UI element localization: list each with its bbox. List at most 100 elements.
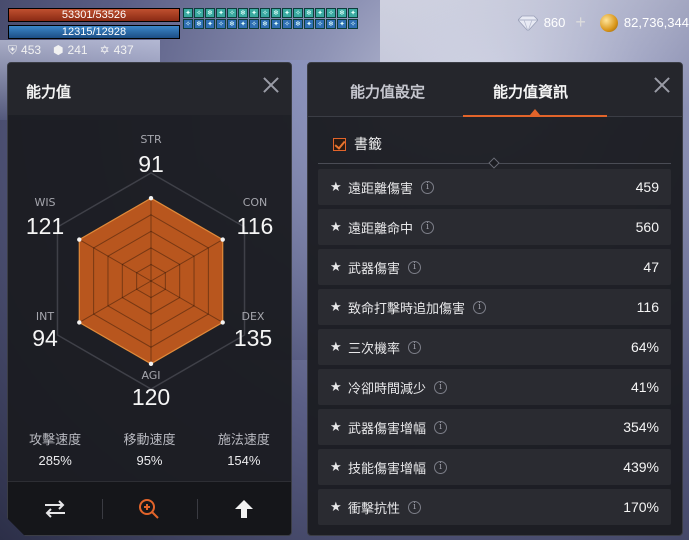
stat-label-int: INT — [35, 310, 55, 323]
stat-info-row[interactable]: ★ 冷卻時間減少 i 41% — [318, 369, 671, 405]
buff-icon[interactable]: ✦ — [238, 19, 248, 29]
buff-icon[interactable]: ❄ — [238, 8, 248, 18]
mp-bar: 12315/12928 — [8, 25, 180, 39]
buff-icon[interactable]: ❄ — [260, 19, 270, 29]
stat-value-con: 116 — [236, 213, 274, 239]
buff-icon[interactable]: ❄ — [271, 8, 281, 18]
stat-info-label: 三次機率 — [348, 341, 401, 357]
add-diamond-button[interactable]: + — [575, 12, 586, 33]
tab-stat-settings[interactable]: 能力值設定 — [350, 81, 425, 102]
buff-icon[interactable]: ✦ — [205, 19, 215, 29]
info-icon[interactable]: i — [434, 420, 448, 434]
defense-stat: ⛨ 453 — [8, 43, 42, 57]
buff-icon[interactable]: ❄ — [326, 19, 336, 29]
star-icon[interactable]: ★ — [330, 340, 348, 355]
zoom-button[interactable] — [102, 482, 196, 535]
star-icon[interactable]: ★ — [330, 380, 348, 395]
star-icon[interactable]: ★ — [330, 460, 348, 475]
info-icon[interactable]: i — [421, 220, 435, 234]
stat-info-row[interactable]: ★ 衝擊抗性 i 170% — [318, 489, 671, 525]
buff-icon[interactable]: ❄ — [205, 8, 215, 18]
buff-icon[interactable]: ✦ — [249, 8, 259, 18]
stats-panel-title: 能力值 — [26, 83, 72, 101]
speed-stats-row: 攻擊速度 285% 移動速度 95% 施法速度 154% — [8, 429, 291, 468]
stat-info-row[interactable]: ★ 武器傷害 i 47 — [318, 249, 671, 285]
star-icon[interactable]: ★ — [330, 220, 348, 235]
buff-icon[interactable]: ✧ — [348, 19, 358, 29]
stat-info-row[interactable]: ★ 武器傷害增幅 i 354% — [318, 409, 671, 445]
buff-icon[interactable]: ✧ — [260, 8, 270, 18]
stat-info-value: 354% — [623, 419, 659, 435]
info-icon[interactable]: i — [421, 180, 435, 194]
buff-icon[interactable]: ✧ — [216, 19, 226, 29]
info-icon[interactable]: i — [408, 340, 422, 354]
radar-vertex-dot — [149, 196, 153, 200]
buff-icon[interactable]: ✦ — [337, 19, 347, 29]
stat-value-agi: 120 — [131, 384, 171, 410]
buff-icon[interactable]: ✧ — [326, 8, 336, 18]
tab-stat-info[interactable]: 能力值資訊 — [493, 81, 568, 102]
info-icon[interactable]: i — [434, 460, 448, 474]
buff-icon[interactable]: ❄ — [194, 19, 204, 29]
radar-vertex-dot — [77, 237, 81, 241]
stats-panel: 能力值 STR 91 CON 116 DEX 135 AGI 120 INT 94 WIS 121 攻… — [7, 62, 292, 536]
stat-info-label: 武器傷害增幅 — [348, 421, 427, 437]
stat-info-row[interactable]: ★ 三次機率 i 64% — [318, 329, 671, 365]
buff-icon[interactable]: ✦ — [271, 19, 281, 29]
stat-info-value: 116 — [636, 299, 659, 315]
upgrade-button[interactable] — [197, 482, 291, 535]
stat-info-row[interactable]: ★ 技能傷害增幅 i 439% — [318, 449, 671, 485]
buff-icon[interactable]: ✧ — [227, 8, 237, 18]
buff-icon[interactable]: ❄ — [227, 19, 237, 29]
buff-icon[interactable]: ✧ — [249, 19, 259, 29]
star-icon[interactable]: ★ — [330, 180, 348, 195]
buff-icon[interactable]: ✧ — [315, 19, 325, 29]
up-arrow-icon — [234, 499, 254, 519]
bookmark-toggle[interactable]: 書籤 — [333, 134, 382, 154]
buff-icon[interactable]: ❄ — [293, 19, 303, 29]
star-of-david-icon: ✡ — [99, 43, 110, 57]
buff-icon[interactable]: ✦ — [304, 19, 314, 29]
buff-icon[interactable]: ✧ — [282, 19, 292, 29]
diamond-count: 860 — [543, 15, 566, 30]
buff-icon[interactable]: ❄ — [337, 8, 347, 18]
info-icon[interactable]: i — [408, 500, 422, 514]
buff-icon[interactable]: ✧ — [293, 8, 303, 18]
info-icon[interactable]: i — [434, 380, 448, 394]
rank-stat: ✡ 437 — [99, 43, 134, 57]
stat-info-value: 64% — [630, 339, 659, 355]
buff-icon[interactable]: ✦ — [216, 8, 226, 18]
star-icon[interactable]: ★ — [330, 300, 348, 315]
buff-icon[interactable]: ✦ — [315, 8, 325, 18]
divider — [318, 157, 671, 169]
hp-bar: 53301/53526 — [8, 8, 180, 22]
close-icon[interactable] — [261, 75, 281, 95]
buff-icon-grid[interactable]: ✦ ✧ ❄ ✦ ✧ ❄ ✦ ✧ ❄ ✦ ✧ ❄ ✦ ✧ ❄ ✦ ✧ ❄ ✦ ✧ ❄ ✦ ✧ ❄ ✦ ✧ ❄ ✦ ✧ ❄ ✦ ✧ — [183, 8, 358, 29]
star-icon[interactable]: ★ — [330, 500, 348, 515]
radar-vertex-dot — [77, 320, 81, 324]
buff-icon[interactable]: ✦ — [282, 8, 292, 18]
radar-vertex-dot — [221, 320, 225, 324]
stat-info-row[interactable]: ★ 遠距離傷害 i 459 — [318, 169, 671, 205]
cast-speed: 施法速度 154% — [217, 433, 270, 468]
stat-value-str: 91 — [138, 151, 164, 177]
stat-info-label: 武器傷害 — [348, 261, 401, 277]
currency-bar: 860 + 82,736,344 — [517, 12, 689, 33]
active-tab-caret — [530, 109, 540, 115]
buff-icon[interactable]: ✧ — [194, 8, 204, 18]
bookmark-checkbox[interactable] — [333, 137, 346, 151]
buff-icon[interactable]: ✦ — [183, 8, 193, 18]
stat-label-agi: AGI — [141, 369, 161, 382]
star-icon[interactable]: ★ — [330, 420, 348, 435]
buff-icon[interactable]: ✦ — [348, 8, 358, 18]
buff-icon[interactable]: ❄ — [304, 8, 314, 18]
info-icon[interactable]: i — [473, 300, 487, 314]
close-icon[interactable] — [652, 75, 672, 95]
swap-button[interactable] — [8, 482, 102, 535]
stat-info-value: 170% — [623, 499, 659, 515]
stat-info-row[interactable]: ★ 遠距離命中 i 560 — [318, 209, 671, 245]
buff-icon[interactable]: ✧ — [183, 19, 193, 29]
star-icon[interactable]: ★ — [330, 260, 348, 275]
info-icon[interactable]: i — [408, 260, 422, 274]
stat-info-row[interactable]: ★ 致命打擊時追加傷害 i 116 — [318, 289, 671, 325]
